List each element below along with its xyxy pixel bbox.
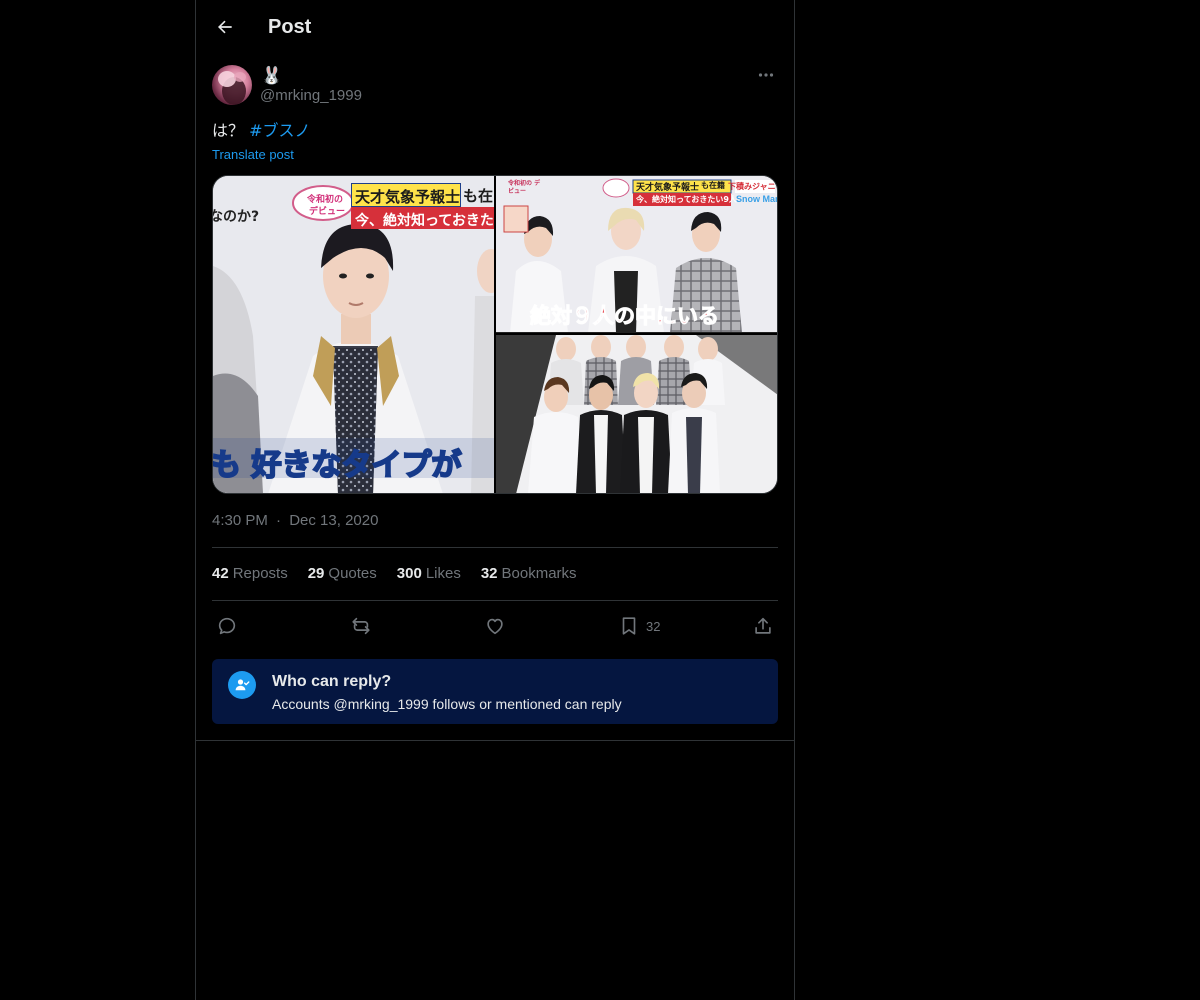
avatar-image [218,71,246,105]
media-image-3-art [496,335,777,493]
repost-button[interactable] [350,611,372,641]
media-1-banner-suffix: も在 [463,187,494,205]
media-2-subtitle: 絶対９人の中にいる [530,304,720,329]
post-date: Dec 13, 2020 [289,512,379,529]
reply-restriction-title: Who can reply? [272,673,392,690]
reply-restriction-icon [228,671,256,699]
bookmarks-label: Bookmarks [501,565,577,582]
page-title: Post [268,16,312,38]
reply-button[interactable] [216,611,238,641]
post-timestamp[interactable]: 4:30 PM · Dec 13, 2020 [212,511,378,531]
likes-stat[interactable]: 300 Likes [397,563,461,585]
share-icon [755,617,771,634]
media-2-tag-right: 下積みジャニーズ [728,182,777,191]
reposts-count: 42 [212,565,229,582]
media-1-banner-1: 天才気象予報士 [355,188,461,206]
bookmark-button[interactable]: 32 [618,611,660,641]
back-button[interactable] [208,10,242,44]
reply-restriction-subtitle: Accounts @mrking_1999 follows or mention… [272,696,622,712]
quotes-count: 29 [307,565,325,582]
share-button[interactable] [752,611,774,641]
media-image-1[interactable]: 令和初の デビュー 天才気象予報士 も在 今、絶対知っておきたい なのか? も … [213,176,494,493]
media-image-2[interactable]: 令和初の デビュー 天才気象予報士 も在籍 下積みジャニーズ 今、絶対知っておき… [496,176,778,333]
arrow-left-icon [218,20,232,34]
quotes-label: Quotes [328,565,377,582]
repost-icon [352,617,370,635]
likes-label: Likes [425,565,461,582]
media-1-caption-top-2: デビュー [309,207,346,217]
like-button[interactable] [484,611,506,641]
avatar[interactable] [212,65,252,105]
post-stats: 42 Reposts 29 Quotes 300 Likes 32 Bookmarks [212,563,577,585]
reply-icon [218,617,236,635]
reposts-stat[interactable]: 42 Reposts [212,563,288,585]
quotes-stat[interactable]: 29 Quotes [308,563,377,585]
hashtag-link[interactable]: #ブスノ [249,121,310,140]
media-2-banner-1: 天才気象予報士 [636,183,700,193]
reply-restriction-notice: Who can reply? Accounts @mrking_1999 fol… [212,659,778,724]
display-name[interactable]: 🐰 [261,65,282,87]
author-handle[interactable]: @mrking_1999 [260,86,362,106]
more-options-button[interactable] [754,65,778,85]
person-check-icon [235,679,250,691]
bookmark-count: 32 [646,618,661,634]
timestamp-separator: · [276,512,282,529]
media-2-suffix: も在籍 [701,181,725,190]
media-2-tag-1: 令和初の デビュー [508,180,541,195]
media-1-banner-2: 今、絶対知っておきたい [355,213,494,229]
media-1-subtitle: も 好きなタイプが [213,447,462,484]
post-actions: 32 [212,611,778,641]
post-author: 🐰 @mrking_1999 [212,65,778,107]
post-time: 4:30 PM [212,512,268,529]
thread-divider [196,740,794,741]
bookmarks-count: 32 [480,565,498,582]
rabbit-emoji: 🐰 [261,66,283,86]
media-image-3[interactable]: nan [496,335,777,493]
heart-icon [487,618,503,635]
translate-post-link[interactable]: Translate post [212,146,294,164]
bookmark-icon [622,617,636,635]
media-2-banner-2: 今、絶対知っておきたい9人 [636,195,737,204]
primary-column: Post 🐰 @mrking_1999 は？ #ブスノ Translate po… [195,0,795,1000]
more-icon [758,73,774,77]
media-grid: 令和初の デビュー 天才気象予報士 も在 今、絶対知っておきたい なのか? も … [212,175,778,494]
reposts-label: Reposts [232,565,288,582]
page-header: Post [196,0,794,54]
divider-top [212,547,778,548]
likes-count: 300 [396,565,422,582]
post-text: は？ #ブスノ [212,120,311,142]
post-body-text: は？ [212,121,245,140]
divider-bottom [212,600,778,601]
media-2-group: Snow Man [736,194,778,204]
media-1-side-text: なのか? [213,209,260,225]
bookmarks-stat[interactable]: 32 Bookmarks [481,563,577,585]
